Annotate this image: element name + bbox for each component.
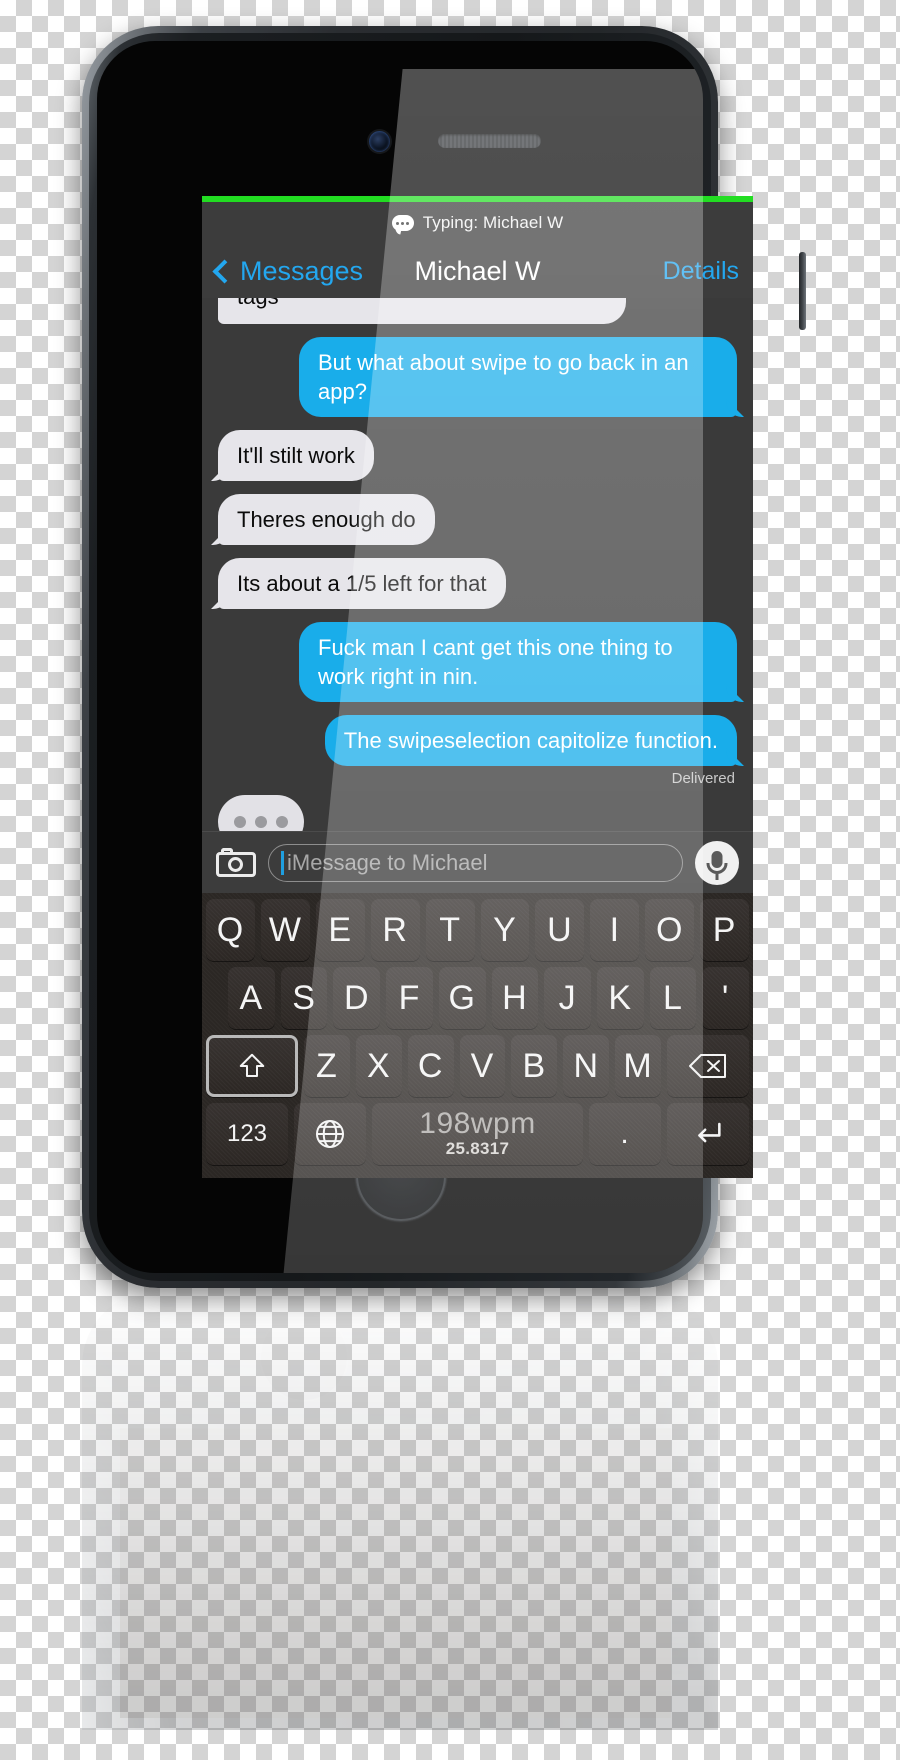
text-caret xyxy=(281,850,284,875)
message-text: Its about a 1/5 left for that xyxy=(237,571,487,596)
conversation-list[interactable]: tags But what about swipe to go back in … xyxy=(202,298,753,831)
message-row: Theres enough do xyxy=(202,494,753,545)
key-h[interactable]: H xyxy=(491,967,539,1029)
chevron-left-icon xyxy=(212,259,237,284)
on-screen-keyboard: Q W E R T Y U I O P A S D F G H J K L ' … xyxy=(202,893,753,1178)
typing-indicator-row xyxy=(202,795,753,831)
key-v[interactable]: V xyxy=(459,1035,506,1097)
message-bubble-incoming[interactable]: Its about a 1/5 left for that xyxy=(218,558,506,609)
power-button[interactable] xyxy=(799,252,806,330)
delivered-status: Delivered xyxy=(671,770,735,787)
message-text: Fuck man I cant get this one thing to wo… xyxy=(318,635,673,689)
key-o[interactable]: O xyxy=(645,899,695,961)
status-bar-text: Typing: Michael W xyxy=(422,213,564,232)
back-button-label: Messages xyxy=(240,255,364,286)
message-input-placeholder: iMessage to Michael xyxy=(287,849,488,875)
globe-key[interactable] xyxy=(294,1103,366,1165)
key-u[interactable]: U xyxy=(535,899,585,961)
backspace-key[interactable] xyxy=(667,1035,750,1097)
message-text: tags xyxy=(237,298,279,309)
key-w[interactable]: W xyxy=(260,899,310,961)
key-d[interactable]: D xyxy=(333,967,381,1029)
key-i[interactable]: I xyxy=(590,899,640,961)
navigation-bar: Messages Michael W Details xyxy=(202,244,753,298)
key-e[interactable]: E xyxy=(315,899,365,961)
keyboard-row-1: Q W E R T Y U I O P xyxy=(202,899,753,967)
key-q[interactable]: Q xyxy=(206,899,255,961)
message-bubble-outgoing[interactable]: But what about swipe to go back in an ap… xyxy=(299,337,737,417)
message-text: The swipeselection capitolize function. xyxy=(343,728,718,753)
key-t[interactable]: T xyxy=(425,899,475,961)
key-f[interactable]: F xyxy=(386,967,433,1029)
message-bubble-icon xyxy=(391,215,414,231)
typing-indicator-bubble xyxy=(218,795,304,831)
key-j[interactable]: J xyxy=(544,967,591,1029)
period-key[interactable]: . xyxy=(589,1103,661,1165)
message-row: Fuck man I cant get this one thing to wo… xyxy=(202,622,753,702)
message-row: It'll stilt work xyxy=(202,430,753,481)
status-bar: Typing: Michael W xyxy=(202,202,753,244)
wpm-readout: 198wpm xyxy=(419,1107,536,1140)
message-text: Theres enough do xyxy=(237,507,416,532)
camera-icon[interactable] xyxy=(216,848,256,877)
message-row: The swipeselection capitolize function. xyxy=(202,715,753,766)
key-p[interactable]: P xyxy=(700,899,750,961)
message-bubble-incoming[interactable]: It'll stilt work xyxy=(218,430,374,481)
microphone-icon[interactable] xyxy=(695,840,739,885)
message-text: It'll stilt work xyxy=(237,443,355,468)
message-bubble-outgoing[interactable]: The swipeselection capitolize function. xyxy=(324,715,737,766)
message-bubble-outgoing[interactable]: Fuck man I cant get this one thing to wo… xyxy=(299,622,737,702)
message-bubble-incoming[interactable]: Theres enough do xyxy=(218,494,435,545)
message-row: But what about swipe to go back in an ap… xyxy=(202,337,753,417)
key-apostrophe[interactable]: ' xyxy=(702,967,750,1029)
back-to-messages-button[interactable]: Messages xyxy=(212,255,364,287)
wpm-secondary-readout: 25.8317 xyxy=(445,1139,510,1158)
key-r[interactable]: R xyxy=(370,899,420,961)
message-input-field[interactable]: iMessage to Michael xyxy=(268,843,683,882)
details-button[interactable]: Details xyxy=(663,257,739,286)
backspace-icon xyxy=(689,1054,727,1078)
key-n[interactable]: N xyxy=(563,1035,610,1097)
shift-key[interactable] xyxy=(206,1035,298,1097)
key-g[interactable]: G xyxy=(438,967,486,1029)
front-camera-icon xyxy=(369,131,390,152)
keyboard-row-2: A S D F G H J K L ' xyxy=(202,967,753,1035)
key-k[interactable]: K xyxy=(596,967,644,1029)
phone-screen: Typing: Michael W Messages Michael W Det… xyxy=(202,196,753,1178)
key-s[interactable]: S xyxy=(280,967,328,1029)
keyboard-row-3: Z X C V B N M xyxy=(202,1035,753,1103)
key-c[interactable]: C xyxy=(407,1035,454,1097)
device-reflection xyxy=(82,1290,718,1730)
page-root: Typing: Michael W Messages Michael W Det… xyxy=(0,0,900,1760)
globe-icon xyxy=(315,1119,345,1149)
message-text: But what about swipe to go back in an ap… xyxy=(318,350,689,404)
key-z[interactable]: Z xyxy=(304,1035,350,1097)
key-m[interactable]: M xyxy=(615,1035,662,1097)
return-key[interactable] xyxy=(667,1103,749,1165)
key-b[interactable]: B xyxy=(511,1035,558,1097)
return-icon xyxy=(698,1122,721,1143)
key-x[interactable]: X xyxy=(355,1035,402,1097)
key-a[interactable]: A xyxy=(228,967,275,1029)
keyboard-row-4: 123 198wpm 25.8317 . xyxy=(202,1103,753,1171)
numbers-key[interactable]: 123 xyxy=(206,1103,288,1165)
earpiece-speaker xyxy=(438,134,541,148)
space-key[interactable]: 198wpm 25.8317 xyxy=(372,1103,583,1165)
message-row: Its about a 1/5 left for that xyxy=(202,558,753,609)
key-y[interactable]: Y xyxy=(480,899,530,961)
message-bubble-clipped[interactable]: tags xyxy=(218,298,626,324)
key-l[interactable]: L xyxy=(649,967,697,1029)
shift-arrow-icon xyxy=(239,1053,265,1077)
iphone-device: Typing: Michael W Messages Michael W Det… xyxy=(82,26,806,1288)
message-input-bar: iMessage to Michael xyxy=(202,831,753,893)
